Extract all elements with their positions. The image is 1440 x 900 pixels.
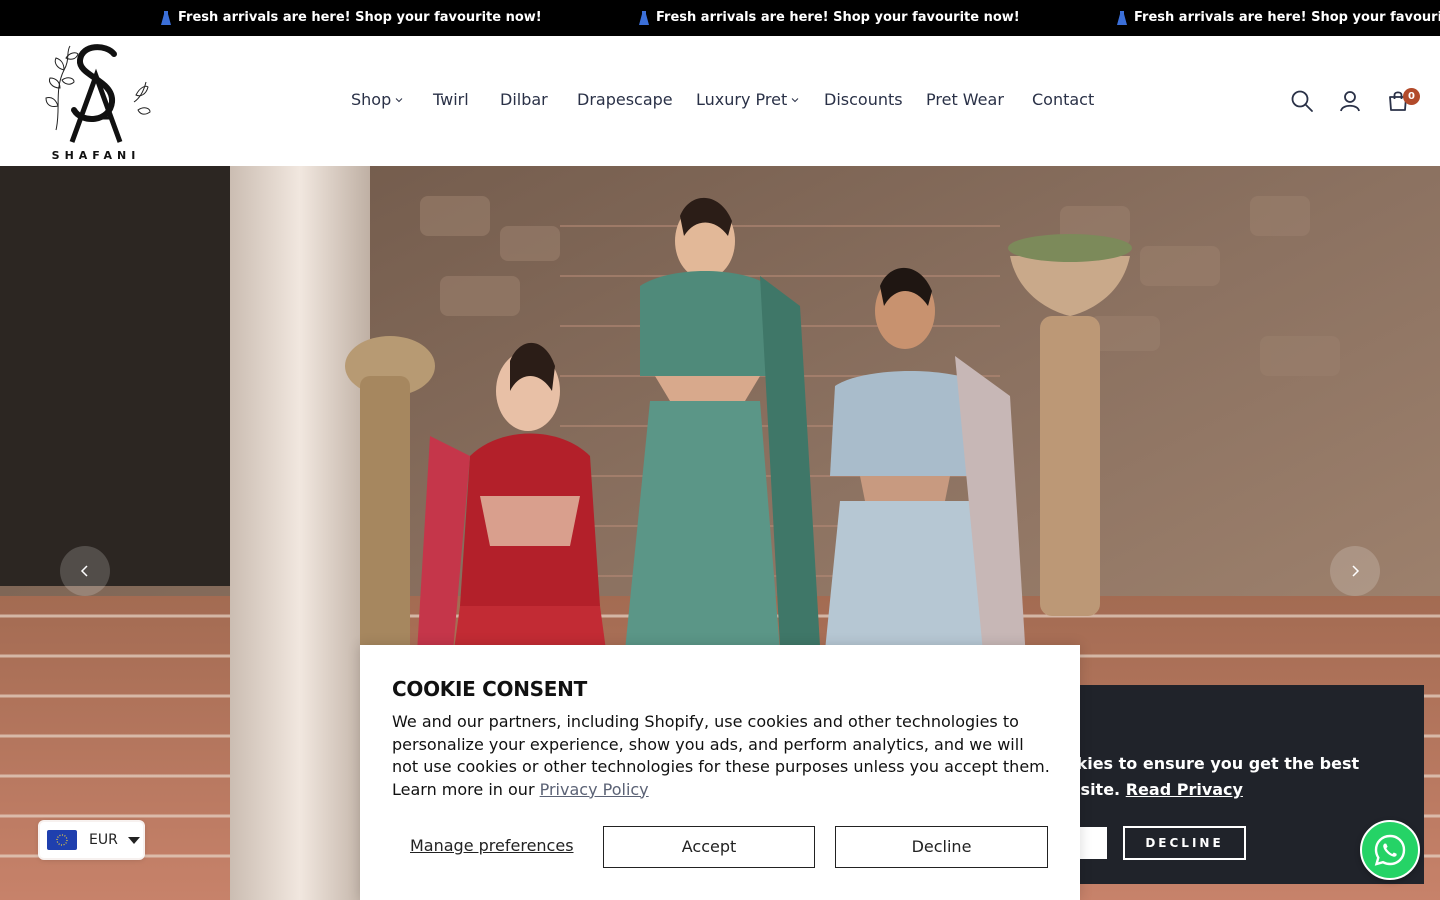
read-privacy-link[interactable]: Read Privacy (1126, 780, 1243, 799)
chevron-left-icon (80, 565, 88, 577)
nav-label: Discounts (824, 90, 903, 109)
nav-item-discounts[interactable]: Discounts (824, 90, 903, 109)
cookie-body: We and our partners, including Shopify, … (392, 711, 1052, 801)
logo-wordmark: SHAFANI (52, 149, 141, 162)
manage-preferences-link[interactable]: Manage preferences (410, 836, 574, 855)
decline-button[interactable]: Decline (835, 826, 1048, 868)
chevron-right-icon (1352, 565, 1360, 577)
announcement-item: Fresh arrivals are here! Shop your favou… (160, 0, 542, 36)
announcement-item: Fresh arrivals are here! Shop your favou… (638, 0, 1020, 36)
nav-item-luxury-pret[interactable]: Luxury Pret (696, 90, 799, 109)
nav-item-drapescape[interactable]: Drapescape (577, 90, 673, 109)
announcement-item: Fresh arrivals are here! Shop your favou… (1116, 0, 1440, 36)
whatsapp-icon (1374, 834, 1406, 866)
currency-selector[interactable]: EUR (40, 822, 143, 858)
cookie-title: COOKIE CONSENT (392, 677, 587, 701)
dress-icon (1117, 11, 1127, 25)
nav-item-twirl[interactable]: Twirl (433, 90, 469, 109)
search-icon[interactable] (1290, 89, 1314, 113)
announcement-bar: Fresh arrivals are here! Shop your favou… (0, 0, 1440, 36)
nav-label: Shop (351, 90, 392, 109)
cookie-body-text: We and our partners, including Shopify, … (392, 712, 1050, 799)
nav-label: Contact (1032, 90, 1095, 109)
chevron-down-icon (395, 97, 403, 102)
whatsapp-chat-button[interactable] (1360, 820, 1420, 880)
nav-item-contact[interactable]: Contact (1032, 90, 1094, 109)
eu-flag-icon (47, 830, 77, 850)
chevron-down-icon (791, 97, 799, 102)
nav-item-shop[interactable]: Shop (351, 90, 403, 109)
dress-icon (161, 11, 171, 25)
accept-button[interactable]: Accept (603, 826, 815, 868)
caret-down-icon (127, 836, 140, 844)
cookie-consent-modal: COOKIE CONSENT We and our partners, incl… (360, 645, 1080, 900)
nav-label: Twirl (433, 90, 469, 109)
slider-next-button[interactable] (1330, 546, 1380, 596)
privacy-policy-link[interactable]: Privacy Policy (540, 780, 649, 799)
site-header: SHAFANI Shop Twirl Dilbar Drapescape Lux… (0, 36, 1440, 166)
secondary-cookie-text: s cookies to ensure you get the best r w… (1030, 751, 1370, 803)
announcement-text: Fresh arrivals are here! Shop your favou… (656, 10, 1020, 25)
nav-item-dilbar[interactable]: Dilbar (500, 90, 548, 109)
nav-label: Luxury Pret (696, 90, 788, 109)
secondary-decline-button[interactable]: DECLINE (1123, 826, 1246, 860)
announcement-text: Fresh arrivals are here! Shop your favou… (178, 10, 542, 25)
nav-label: Drapescape (577, 90, 673, 109)
nav-label: Dilbar (500, 90, 548, 109)
announcement-text: Fresh arrivals are here! Shop your favou… (1134, 10, 1440, 25)
dress-icon (639, 11, 649, 25)
currency-code: EUR (89, 832, 118, 848)
nav-label: Pret Wear (926, 90, 1004, 109)
cart-count-badge: 0 (1403, 88, 1420, 105)
slider-prev-button[interactable] (60, 546, 110, 596)
nav-item-pret-wear[interactable]: Pret Wear (926, 90, 1004, 109)
brand-logo[interactable]: SHAFANI (36, 40, 156, 162)
user-icon[interactable] (1338, 89, 1362, 113)
